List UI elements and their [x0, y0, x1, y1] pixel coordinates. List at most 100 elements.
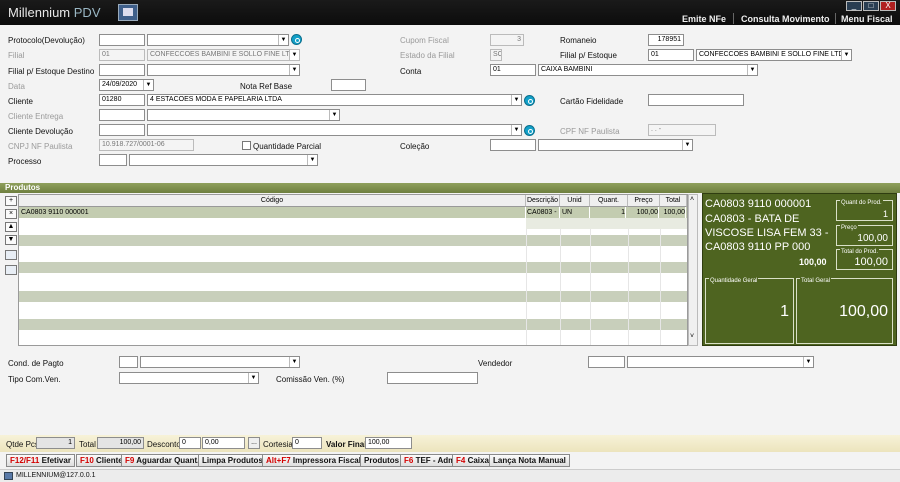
move-up-button[interactable]: ▲	[5, 222, 17, 232]
lanca-nota-manual-button[interactable]: Lança Nota Manual	[489, 454, 570, 467]
minimize-button[interactable]: _	[846, 1, 862, 11]
quantidade-parcial-checkbox[interactable]	[242, 141, 251, 150]
column-header-total[interactable]: Total	[660, 195, 687, 207]
search-icon[interactable]	[524, 95, 535, 106]
processo-select[interactable]: ▼	[129, 154, 318, 166]
table-row[interactable]	[19, 262, 687, 273]
cliente-select[interactable]: 4 ESTACOES MODA E PAPELARIA LTDA ▼	[147, 94, 522, 106]
grid-scrollbar[interactable]: ˄ ˅	[688, 194, 698, 346]
conta-select[interactable]: CAIXA BAMBINI ▼	[538, 64, 758, 76]
tef-adm-button[interactable]: F6 TEF - Adm	[400, 454, 460, 467]
table-row[interactable]	[19, 218, 687, 229]
tipo-com-ven-select[interactable]: ▼	[119, 372, 259, 384]
cell-total: 100,00	[660, 207, 686, 218]
chevron-down-icon: ▼	[307, 155, 317, 165]
total-geral-box: Total Geral 100,00	[796, 278, 893, 344]
cond-pagto-select[interactable]: ▼	[140, 356, 300, 368]
produtos-grid[interactable]: Código Descrição Unid Quant. Preço Total…	[18, 194, 688, 346]
romaneio-label: Romaneio	[560, 36, 597, 45]
estado-label: Estado da Filial	[400, 51, 455, 60]
column-header-quant[interactable]: Quant.	[590, 195, 628, 207]
desconto-input[interactable]: 0	[179, 437, 201, 449]
desconto-pct-input[interactable]: 0,00	[202, 437, 245, 449]
impressora-fiscal-button[interactable]: Alt+F7 Impressora Fiscal	[262, 454, 365, 467]
cliente-label: Cliente	[8, 97, 33, 106]
cliente-entrega-select[interactable]: ▼	[147, 109, 340, 121]
panel-product-code: CA0803 9110 000001	[705, 198, 812, 210]
chevron-down-icon: ▼	[143, 80, 153, 90]
date-picker[interactable]: 24/09/2020 ▼	[99, 79, 154, 91]
comissao-input[interactable]	[387, 372, 478, 384]
limpa-produtos-button[interactable]: Limpa Produtos	[198, 454, 267, 467]
efetivar-button[interactable]: F12/F11 Efetivar	[6, 454, 75, 467]
quantidade-geral-box: Quantidade Geral 1	[705, 278, 794, 344]
add-row-button[interactable]: +	[5, 196, 17, 206]
cliente-entrega-code[interactable]	[99, 109, 145, 121]
protocolo-input[interactable]	[99, 34, 145, 46]
cliente-devolucao-code[interactable]	[99, 124, 145, 136]
delete-row-button[interactable]: ×	[5, 209, 17, 219]
colecao-select[interactable]: ▼	[538, 139, 693, 151]
protocolo-select[interactable]: ▼	[147, 34, 289, 46]
table-row[interactable]	[19, 291, 687, 302]
app-logo-icon	[118, 4, 138, 21]
cliente-button[interactable]: F10 Cliente	[76, 454, 127, 467]
colecao-code[interactable]	[490, 139, 536, 151]
tipo-com-ven-label: Tipo Com.Ven.	[8, 375, 61, 384]
filial-estoque-code[interactable]: 01	[648, 49, 694, 61]
menu-fiscal[interactable]: Menu Fiscal	[841, 14, 893, 24]
cell-quant: 1	[590, 207, 626, 218]
table-row[interactable]	[19, 235, 687, 246]
conta-code[interactable]: 01	[490, 64, 536, 76]
quant-prod-box: Quant do Prod. 1	[836, 200, 893, 221]
cliente-code[interactable]: 01280	[99, 94, 145, 106]
column-header-descricao[interactable]: Descrição	[526, 195, 560, 207]
chevron-up-icon[interactable]: ˄	[690, 196, 694, 203]
filial-estoque-select[interactable]: CONFECCOES BAMBINI E SOLLO FINE LTDA ▼	[696, 49, 852, 61]
totals-bar: Qtde Pcs 1 Total 100,00 Desconto 0 0,00 …	[0, 435, 900, 452]
filial-destino-code[interactable]	[99, 64, 145, 76]
column-header-preco[interactable]: Preço	[628, 195, 660, 207]
search-icon[interactable]	[291, 34, 302, 45]
column-header-codigo[interactable]: Código	[19, 195, 526, 207]
filial-select: CONFECCOES BAMBINI E SOLLO FINE LTDA ▼	[147, 49, 300, 61]
menu-consulta-movimento[interactable]: Consulta Movimento	[741, 14, 830, 24]
cortesia-input[interactable]: 0	[292, 437, 322, 449]
cnpj-label: CNPJ NF Paulista	[8, 142, 73, 151]
total-label: Total	[79, 440, 96, 449]
cell-codigo: CA0803 9110 000001	[21, 207, 526, 218]
vendedor-select[interactable]: ▼	[627, 356, 814, 368]
cond-pagto-code[interactable]	[119, 356, 138, 368]
search-icon[interactable]	[524, 125, 535, 136]
restore-button[interactable]: □	[863, 1, 879, 11]
cartao-input[interactable]	[648, 94, 744, 106]
aguardar-quant-button[interactable]: F9 Aguardar Quant.	[121, 454, 204, 467]
table-row[interactable]	[19, 319, 687, 330]
chevron-down-icon: ▼	[511, 125, 521, 135]
column-header-unid[interactable]: Unid	[560, 195, 590, 207]
table-row[interactable]: CA0803 9110 000001 CA0803 - B UN 1 100,0…	[19, 207, 687, 218]
processo-code[interactable]	[99, 154, 127, 166]
cliente-devolucao-select[interactable]: ▼	[147, 124, 522, 136]
move-down-button[interactable]: ▼	[5, 235, 17, 245]
qtde-pcs-label: Qtde Pcs	[6, 440, 39, 449]
panel-product-price: 100,00	[799, 257, 827, 267]
produtos-button[interactable]: Produtos	[360, 454, 404, 467]
produtos-section-header: Produtos	[0, 183, 900, 193]
nota-ref-input[interactable]	[331, 79, 366, 91]
menu-emite-nfe[interactable]: Emite NFe	[682, 14, 726, 24]
export-icon[interactable]	[5, 265, 17, 275]
desconto-more-button[interactable]: ...	[248, 437, 260, 449]
chevron-down-icon: ▼	[289, 50, 299, 60]
caixa-button[interactable]: F4 Caixa	[452, 454, 493, 467]
chevron-down-icon[interactable]: ˅	[690, 333, 694, 340]
romaneio-field[interactable]: 178951	[648, 34, 684, 46]
comissao-label: Comissão Ven. (%)	[276, 375, 345, 384]
cpf-label: CPF NF Paulista	[560, 127, 620, 136]
close-button[interactable]: X	[880, 1, 896, 11]
app-title: Millennium PDV	[8, 5, 101, 20]
filial-destino-select[interactable]: ▼	[147, 64, 300, 76]
vendedor-code[interactable]	[588, 356, 625, 368]
grid-options-icon[interactable]	[5, 250, 17, 260]
cliente-devolucao-label: Cliente Devolução	[8, 127, 73, 136]
